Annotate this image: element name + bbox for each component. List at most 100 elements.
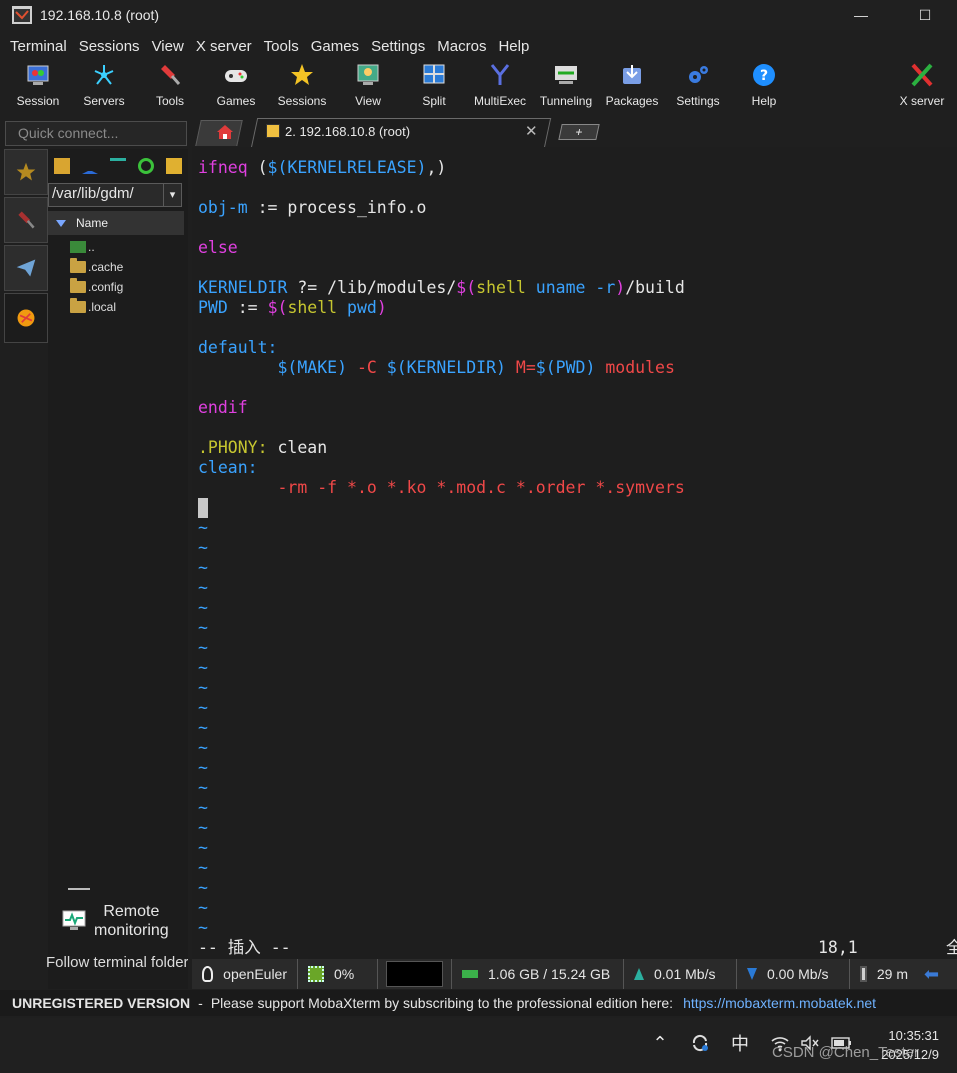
status-scroll-left-icon[interactable]: ⬅: [918, 959, 957, 989]
uptime-clock-icon: [860, 966, 867, 982]
memory-ram-icon: [462, 970, 478, 978]
file-row-parent[interactable]: ..: [70, 238, 95, 256]
toolbar-split-button[interactable]: Split: [401, 60, 467, 112]
terminal-line: PWD := $(shell pwd): [198, 298, 387, 317]
toolbar-packages-button[interactable]: Packages: [599, 60, 665, 112]
text-cursor: [198, 498, 208, 518]
file-row-local[interactable]: .local: [70, 298, 116, 316]
upload-icon[interactable]: [110, 158, 126, 174]
panel-splitter-handle[interactable]: [68, 888, 90, 890]
terminal-area[interactable]: ifneq ($(KERNELRELEASE),) obj-m := proce…: [192, 147, 957, 959]
minimize-button[interactable]: —: [829, 0, 893, 30]
status-bar: openEuler 0% 1.06 GB / 15.24 GB 0.01 Mb/…: [192, 959, 957, 989]
ime-indicator[interactable]: 中: [729, 1032, 751, 1054]
menu-view[interactable]: View: [142, 38, 184, 55]
remote-monitoring-button[interactable]: Remote monitoring: [48, 897, 188, 945]
terminal-line: $(MAKE) -C $(KERNELDIR) M=$(PWD) modules: [198, 358, 675, 377]
menu-games[interactable]: Games: [301, 38, 359, 55]
side-strip: [4, 149, 48, 343]
sync-icon[interactable]: [689, 1032, 711, 1054]
linux-tux-icon: [202, 966, 214, 982]
menu-macros[interactable]: Macros: [427, 38, 486, 55]
toolbar-tunneling-button[interactable]: Tunneling: [533, 60, 599, 112]
download-icon[interactable]: [82, 158, 98, 174]
split-icon: [423, 64, 445, 84]
tab-close-icon[interactable]: ✕: [525, 122, 538, 140]
terminal-line: KERNELDIR ?= /lib/modules/$(shell uname …: [198, 278, 685, 297]
new-folder-icon[interactable]: [166, 158, 182, 174]
side-sftp-button[interactable]: [4, 293, 48, 343]
mobaxterm-website-link[interactable]: https://mobaxterm.mobatek.net: [683, 995, 876, 1011]
follow-terminal-folder-checkbox[interactable]: Follow terminal folder: [46, 954, 188, 974]
quick-connect-input[interactable]: Quick connect...: [5, 121, 187, 146]
empty-line-tilde: ~: [198, 558, 208, 577]
tunneling-icon: [555, 66, 577, 84]
toolbar-help-button[interactable]: ? Help: [731, 60, 797, 112]
csdn-watermark: CSDN @Chen_Tester: [772, 1044, 919, 1061]
refresh-icon[interactable]: [138, 158, 154, 174]
sort-desc-icon: [56, 219, 66, 227]
download-arrow-icon: [747, 968, 757, 980]
file-row-config[interactable]: .config: [70, 278, 123, 296]
terminal-line: else: [198, 238, 238, 257]
folder-up-icon[interactable]: [54, 158, 70, 174]
toolbar-view-button[interactable]: View: [335, 60, 401, 112]
menu-bar: Terminal Sessions View X server Tools Ga…: [0, 34, 531, 58]
empty-line-tilde: ~: [198, 718, 208, 737]
menu-sessions[interactable]: Sessions: [69, 38, 140, 55]
toolbar-tools-button[interactable]: Tools: [137, 60, 203, 112]
menu-settings[interactable]: Settings: [361, 38, 425, 55]
empty-line-tilde: ~: [198, 658, 208, 677]
toolbar-xserver-button[interactable]: X server: [889, 60, 955, 112]
terminal-line: -rm -f *.o *.ko *.mod.c *.order *.symver…: [198, 478, 685, 497]
file-row-cache[interactable]: .cache: [70, 258, 123, 276]
upload-arrow-icon: [634, 968, 644, 980]
games-icon: [225, 70, 247, 82]
empty-line-tilde: ~: [198, 918, 208, 937]
toolbar-session-button[interactable]: Session: [5, 60, 71, 112]
empty-line-tilde: ~: [198, 838, 208, 857]
terminal-line: endif: [198, 398, 248, 417]
side-tools-button[interactable]: [4, 197, 48, 243]
menu-tools[interactable]: Tools: [254, 38, 299, 55]
vim-cursor-position: 18,1: [818, 938, 858, 957]
new-tab-button[interactable]: +: [558, 124, 600, 140]
toolbar-sessions-button[interactable]: Sessions: [269, 60, 335, 112]
maximize-button[interactable]: ☐: [893, 0, 957, 30]
side-macros-button[interactable]: [4, 245, 48, 291]
menu-help[interactable]: Help: [488, 38, 529, 55]
packages-icon: [623, 65, 641, 84]
status-memory: 1.06 GB / 15.24 GB: [452, 959, 624, 989]
toolbar-servers-button[interactable]: Servers: [71, 60, 137, 112]
view-icon: [357, 64, 379, 85]
window-title: 192.168.10.8 (root): [40, 7, 160, 23]
mobaxterm-app-icon: [12, 6, 32, 24]
chevron-down-icon[interactable]: ▾: [163, 184, 181, 206]
empty-line-tilde: ~: [198, 758, 208, 777]
tools-side-icon: [18, 211, 35, 229]
name-column-header[interactable]: Name: [48, 211, 184, 235]
parent-folder-icon: [70, 241, 86, 253]
status-upload: 0.01 Mb/s: [624, 959, 737, 989]
side-sessions-button[interactable]: [4, 149, 48, 195]
toolbar-multiexec-button[interactable]: MultiExec: [467, 60, 533, 112]
path-combobox[interactable]: /var/lib/gdm/ ▾: [48, 183, 182, 207]
tab-label: 2. 192.168.10.8 (root): [285, 124, 411, 139]
sessions-star-icon: [291, 64, 313, 85]
terminal-line: default:: [198, 338, 278, 357]
menu-x-server[interactable]: X server: [186, 38, 252, 55]
servers-icon: [94, 65, 114, 85]
empty-line-tilde: ~: [198, 898, 208, 917]
help-icon: ?: [753, 64, 775, 86]
session-icon: [27, 65, 49, 85]
toolbar-settings-button[interactable]: Settings: [665, 60, 731, 112]
menu-terminal[interactable]: Terminal: [0, 38, 67, 55]
status-cpu: 0%: [298, 959, 378, 989]
cpu-chip-icon: [308, 966, 324, 982]
empty-line-tilde: ~: [198, 798, 208, 817]
chevron-up-icon[interactable]: ⌃: [649, 1032, 671, 1054]
vim-mode-line: -- 插入 --: [198, 938, 291, 957]
toolbar-games-button[interactable]: Games: [203, 60, 269, 112]
empty-line-tilde: ~: [198, 698, 208, 717]
empty-line-tilde: ~: [198, 518, 208, 537]
